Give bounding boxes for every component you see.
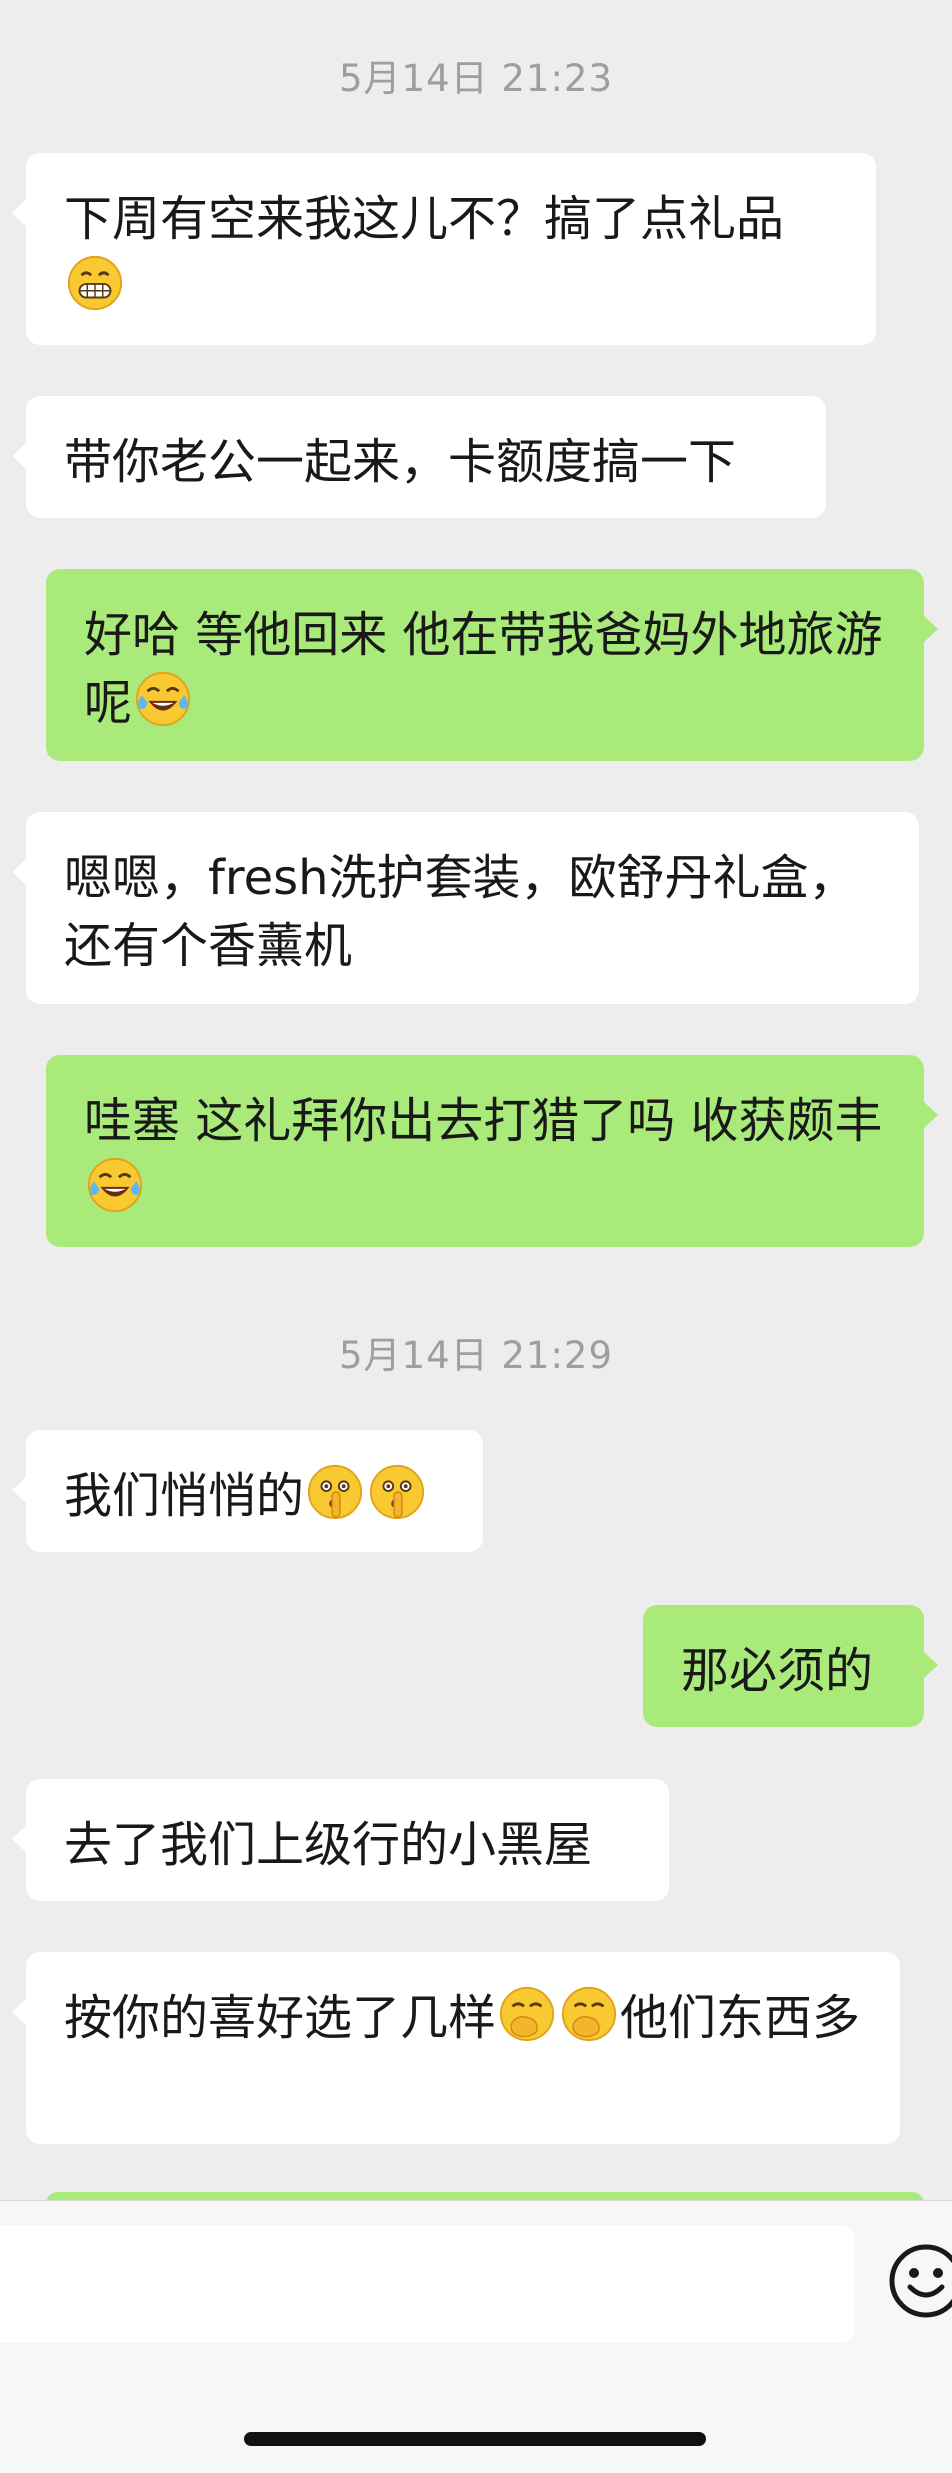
message-text: 嗯嗯，fresh洗护套装，欧舒丹礼盒，还有个香薰机 xyxy=(64,850,857,974)
tears-of-joy-emoji-icon xyxy=(86,1156,144,1214)
message-text: 我们悄悄的 xyxy=(64,1468,305,1524)
hand-over-mouth-emoji-icon xyxy=(498,1985,556,2043)
message-bubble-incoming[interactable]: 带你老公一起来，卡额度搞一下 xyxy=(12,396,826,518)
hand-over-mouth-emoji-icon xyxy=(560,1985,618,2043)
chat-screen: 5月14日 21:23 下周有空来我这儿不？搞了点礼品 带你老公一起来，卡额度搞… xyxy=(0,0,952,2473)
grinning-face-emoji-icon xyxy=(66,254,124,312)
shushing-face-emoji-icon xyxy=(306,1463,364,1521)
tears-of-joy-emoji-icon xyxy=(134,670,192,728)
message-bubble-incoming[interactable]: 下周有空来我这儿不？搞了点礼品 xyxy=(12,153,876,345)
smiley-icon[interactable] xyxy=(886,2241,952,2321)
message-bubble-outgoing[interactable]: 那必须的 xyxy=(643,1605,938,1727)
message-text: 哇塞 这礼拜你出去打猎了吗 收获颇丰 xyxy=(84,1093,883,1149)
message-bubble-incoming[interactable]: 去了我们上级行的小黑屋 xyxy=(12,1779,669,1901)
message-text: 那必须的 xyxy=(681,1643,874,1699)
message-bubble-incoming[interactable]: 我们悄悄的 xyxy=(12,1430,483,1552)
message-text: 带你老公一起来，卡额度搞一下 xyxy=(64,434,737,490)
message-text: 去了我们上级行的小黑屋 xyxy=(64,1817,593,1873)
home-indicator[interactable] xyxy=(244,2432,706,2446)
message-text: 他们东西多 xyxy=(620,1990,861,2046)
timestamp: 5月14日 21:23 xyxy=(338,57,613,100)
message-text: 下周有空来我这儿不？搞了点礼品 xyxy=(64,191,785,247)
message-bubble-outgoing[interactable]: 哇塞 这礼拜你出去打猎了吗 收获颇丰 xyxy=(46,1055,938,1247)
message-bubble-incoming[interactable]: 按你的喜好选了几样 他们东西多 xyxy=(12,1952,900,2144)
shushing-face-emoji-icon xyxy=(368,1463,426,1521)
message-text: 好哈 等他回来 他在带我爸妈外地旅游呢 xyxy=(84,607,883,731)
message-bubble-incoming[interactable]: 嗯嗯，fresh洗护套装，欧舒丹礼盒，还有个香薰机 xyxy=(12,812,919,1004)
timestamp: 5月14日 21:29 xyxy=(338,1334,613,1377)
message-bubble-outgoing[interactable]: 好哈 等他回来 他在带我爸妈外地旅游呢 xyxy=(46,569,938,761)
message-text: 按你的喜好选了几样 xyxy=(64,1990,497,2046)
message-input[interactable] xyxy=(0,2225,855,2343)
